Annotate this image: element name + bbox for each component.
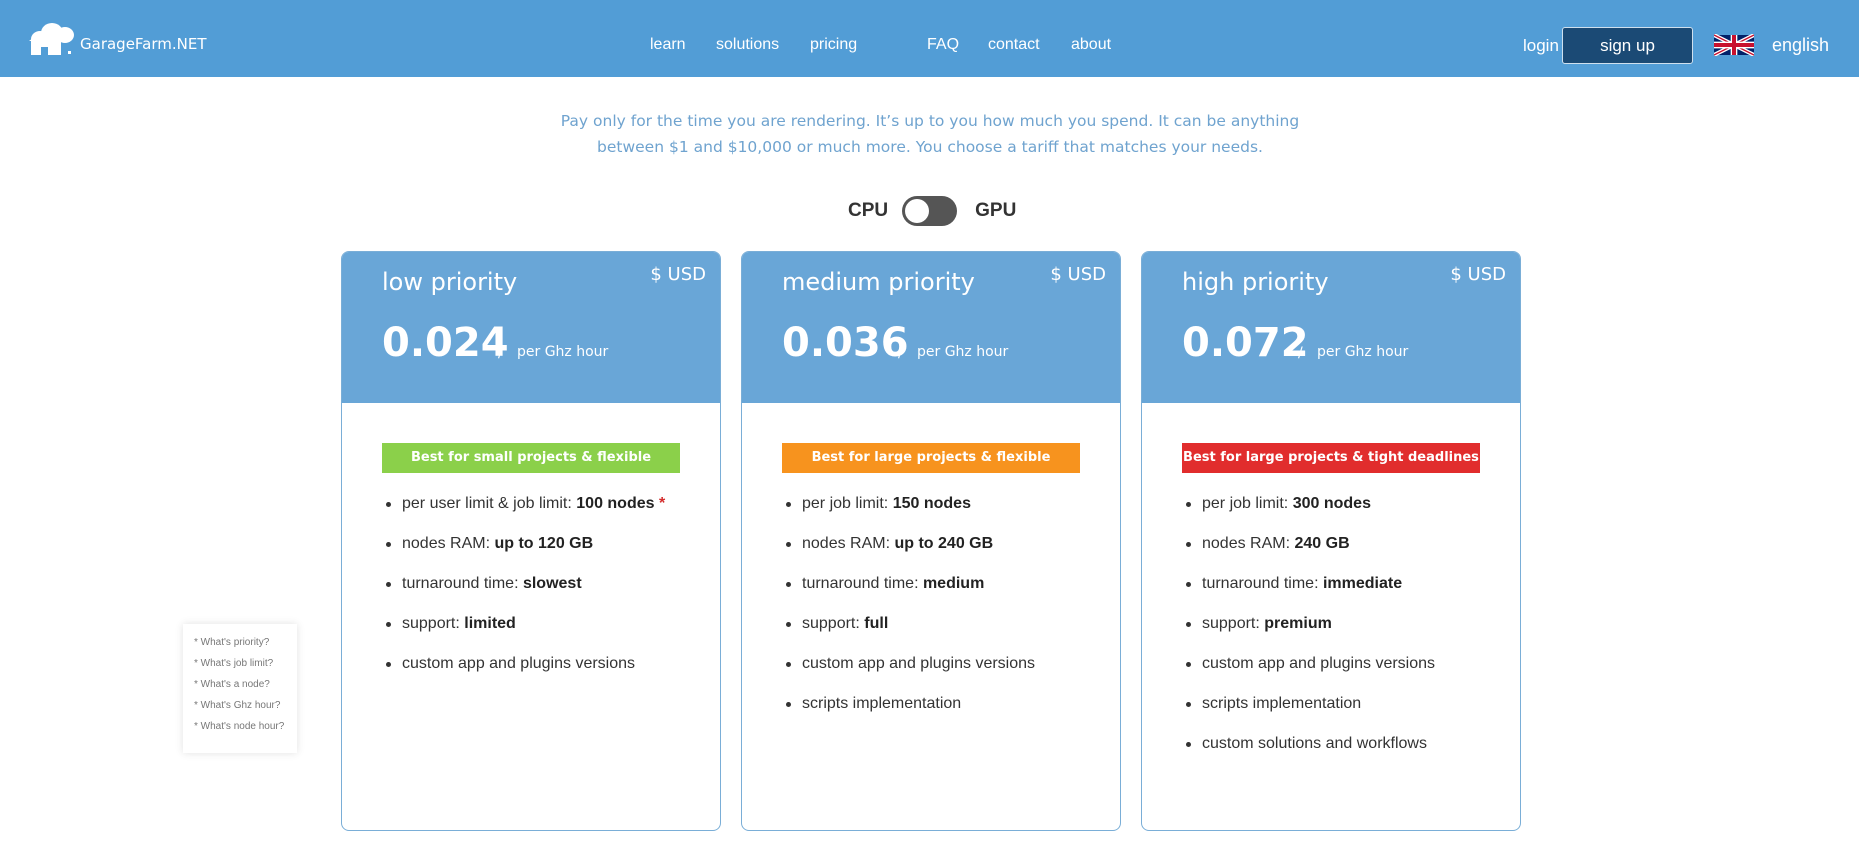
price-unit: per Ghz hour bbox=[917, 344, 1009, 360]
price: 0.024 bbox=[382, 320, 509, 366]
switch-knob bbox=[905, 199, 930, 223]
pricing-intro: Pay only for the time you are rendering.… bbox=[560, 108, 1300, 160]
intro-line: between $1 and $10,000 or much more. You… bbox=[597, 138, 1263, 156]
list-item: nodes RAM: 240 GB bbox=[1182, 524, 1435, 564]
price-separator: / bbox=[1298, 345, 1303, 361]
card-header: medium priority $ USD 0.036 / per Ghz ho… bbox=[742, 252, 1120, 403]
card-title: low priority bbox=[382, 268, 518, 296]
list-item: support: limited bbox=[382, 604, 665, 644]
card-badge: Best for large projects & flexible deadl… bbox=[782, 443, 1080, 495]
list-item: custom app and plugins versions bbox=[382, 644, 665, 684]
faq-help-box: * What's priority? * What's job limit? *… bbox=[183, 624, 297, 753]
currency-label: $ USD bbox=[1450, 264, 1506, 285]
currency-label: $ USD bbox=[650, 264, 706, 285]
footnote-marker[interactable]: * bbox=[659, 495, 665, 512]
logo[interactable]: GarageFarm.NET bbox=[28, 17, 207, 55]
gpu-label[interactable]: GPU bbox=[975, 200, 1016, 222]
price-unit: per Ghz hour bbox=[1317, 344, 1409, 360]
price-separator: / bbox=[898, 345, 903, 361]
card-badge: Best for small projects & flexible deadl… bbox=[382, 443, 680, 495]
list-item: support: full bbox=[782, 604, 1035, 644]
price-separator: / bbox=[498, 345, 503, 361]
feature-list: per job limit: 300 nodes nodes RAM: 240 … bbox=[1182, 484, 1435, 764]
list-item: custom app and plugins versions bbox=[782, 644, 1035, 684]
list-item: support: premium bbox=[1182, 604, 1435, 644]
nav-about[interactable]: about bbox=[1071, 36, 1111, 54]
card-badge: Best for large projects & tight deadline… bbox=[1182, 443, 1480, 473]
faq-link-node-hour[interactable]: * What's node hour? bbox=[194, 720, 297, 741]
price: 0.072 bbox=[1182, 320, 1309, 366]
feature-list: per user limit & job limit: 100 nodes * … bbox=[382, 484, 665, 684]
cloud-house-logo-icon bbox=[29, 23, 74, 55]
card-title: medium priority bbox=[782, 268, 975, 296]
nav-learn[interactable]: learn bbox=[650, 36, 686, 54]
pricing-card-low-priority: low priority $ USD 0.024 / per Ghz hour … bbox=[341, 251, 721, 831]
list-item: custom app and plugins versions bbox=[1182, 644, 1435, 684]
faq-link-priority[interactable]: * What's priority? bbox=[194, 636, 297, 657]
list-item: turnaround time: medium bbox=[782, 564, 1035, 604]
language-label: english bbox=[1772, 34, 1830, 55]
nav-solutions[interactable]: solutions bbox=[716, 36, 779, 54]
card-header: high priority $ USD 0.072 / per Ghz hour bbox=[1142, 252, 1520, 403]
list-item: nodes RAM: up to 120 GB bbox=[382, 524, 665, 564]
sign-up-button[interactable]: sign up bbox=[1562, 27, 1693, 64]
list-item: turnaround time: slowest bbox=[382, 564, 665, 604]
list-item: turnaround time: immediate bbox=[1182, 564, 1435, 604]
login-link[interactable]: login bbox=[1523, 36, 1559, 56]
card-title: high priority bbox=[1182, 268, 1329, 296]
logo-text: GarageFarm.NET bbox=[80, 35, 207, 53]
list-item: custom solutions and workflows bbox=[1182, 724, 1435, 764]
faq-link-node[interactable]: * What's a node? bbox=[194, 678, 297, 699]
nav-pricing[interactable]: pricing bbox=[810, 36, 857, 54]
top-navigation-bar: GarageFarm.NET learn solutions pricing F… bbox=[0, 0, 1859, 77]
pricing-card-medium-priority: medium priority $ USD 0.036 / per Ghz ho… bbox=[741, 251, 1121, 831]
list-item: scripts implementation bbox=[782, 684, 1035, 724]
uk-flag-icon bbox=[1714, 34, 1754, 56]
nav-faq[interactable]: FAQ bbox=[927, 36, 959, 54]
cpu-gpu-switch[interactable] bbox=[902, 196, 958, 226]
cpu-gpu-toggle: CPU GPU bbox=[848, 196, 1016, 226]
currency-label: $ USD bbox=[1050, 264, 1106, 285]
list-item: per job limit: 150 nodes bbox=[782, 484, 1035, 524]
card-header: low priority $ USD 0.024 / per Ghz hour bbox=[342, 252, 720, 403]
faq-link-job-limit[interactable]: * What's job limit? bbox=[194, 657, 297, 678]
list-item: nodes RAM: up to 240 GB bbox=[782, 524, 1035, 564]
list-item: scripts implementation bbox=[1182, 684, 1435, 724]
price: 0.036 bbox=[782, 320, 909, 366]
faq-link-ghz-hour[interactable]: * What's Ghz hour? bbox=[194, 699, 297, 720]
list-item: per user limit & job limit: 100 nodes * bbox=[382, 484, 665, 524]
cpu-label[interactable]: CPU bbox=[848, 200, 888, 222]
feature-list: per job limit: 150 nodes nodes RAM: up t… bbox=[782, 484, 1035, 724]
list-item: per job limit: 300 nodes bbox=[1182, 484, 1435, 524]
intro-line: Pay only for the time you are rendering.… bbox=[560, 112, 1300, 130]
price-unit: per Ghz hour bbox=[517, 344, 609, 360]
nav-contact[interactable]: contact bbox=[988, 36, 1040, 54]
pricing-card-high-priority: high priority $ USD 0.072 / per Ghz hour… bbox=[1141, 251, 1521, 831]
language-selector[interactable]: english bbox=[1714, 34, 1829, 56]
